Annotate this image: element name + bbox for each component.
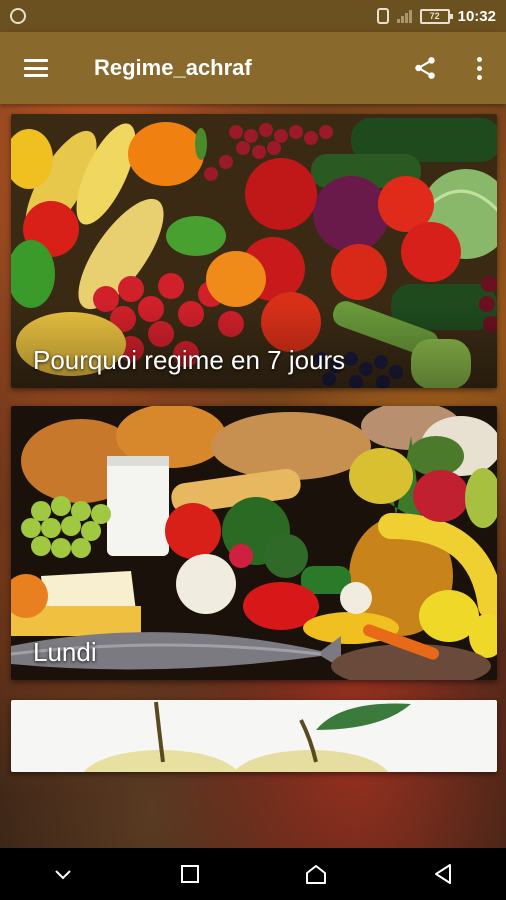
content-area: Pourquoi regime en 7 jours Lundi [0,104,506,848]
recents-square-icon [180,865,199,883]
nav-back-button[interactable] [413,848,473,900]
battery-icon: 72 [419,8,453,24]
chevron-down-icon [55,870,71,880]
nav-recents-button[interactable] [160,848,220,900]
card-lundi[interactable]: Lundi [11,406,497,680]
card-label: Lundi [33,637,97,667]
share-icon [415,57,435,79]
home-icon [306,865,327,884]
share-button[interactable] [398,32,452,104]
status-time: 10:32 [457,7,496,25]
app-title: Regime_achraf [94,55,252,80]
back-triangle-icon [434,864,451,884]
hamburger-menu-button[interactable] [0,32,72,104]
system-nav-bar [0,848,506,900]
card-pourquoi-regime[interactable]: Pourquoi regime en 7 jours [11,114,497,388]
sim-card-icon [376,8,389,24]
apples-photo [11,700,497,772]
signal-icon [396,9,412,23]
more-vert-icon [476,56,482,80]
card-label: Pourquoi regime en 7 jours [33,345,346,375]
hamburger-menu-icon [24,59,48,77]
status-bar: 72 10:32 [0,0,506,32]
card-apples[interactable] [11,700,497,772]
app-bar: Regime_achraf [0,32,506,104]
more-options-button[interactable] [452,32,506,104]
notification-circle-icon [10,8,26,24]
nav-hide-button[interactable] [33,848,93,900]
nav-home-button[interactable] [286,848,346,900]
